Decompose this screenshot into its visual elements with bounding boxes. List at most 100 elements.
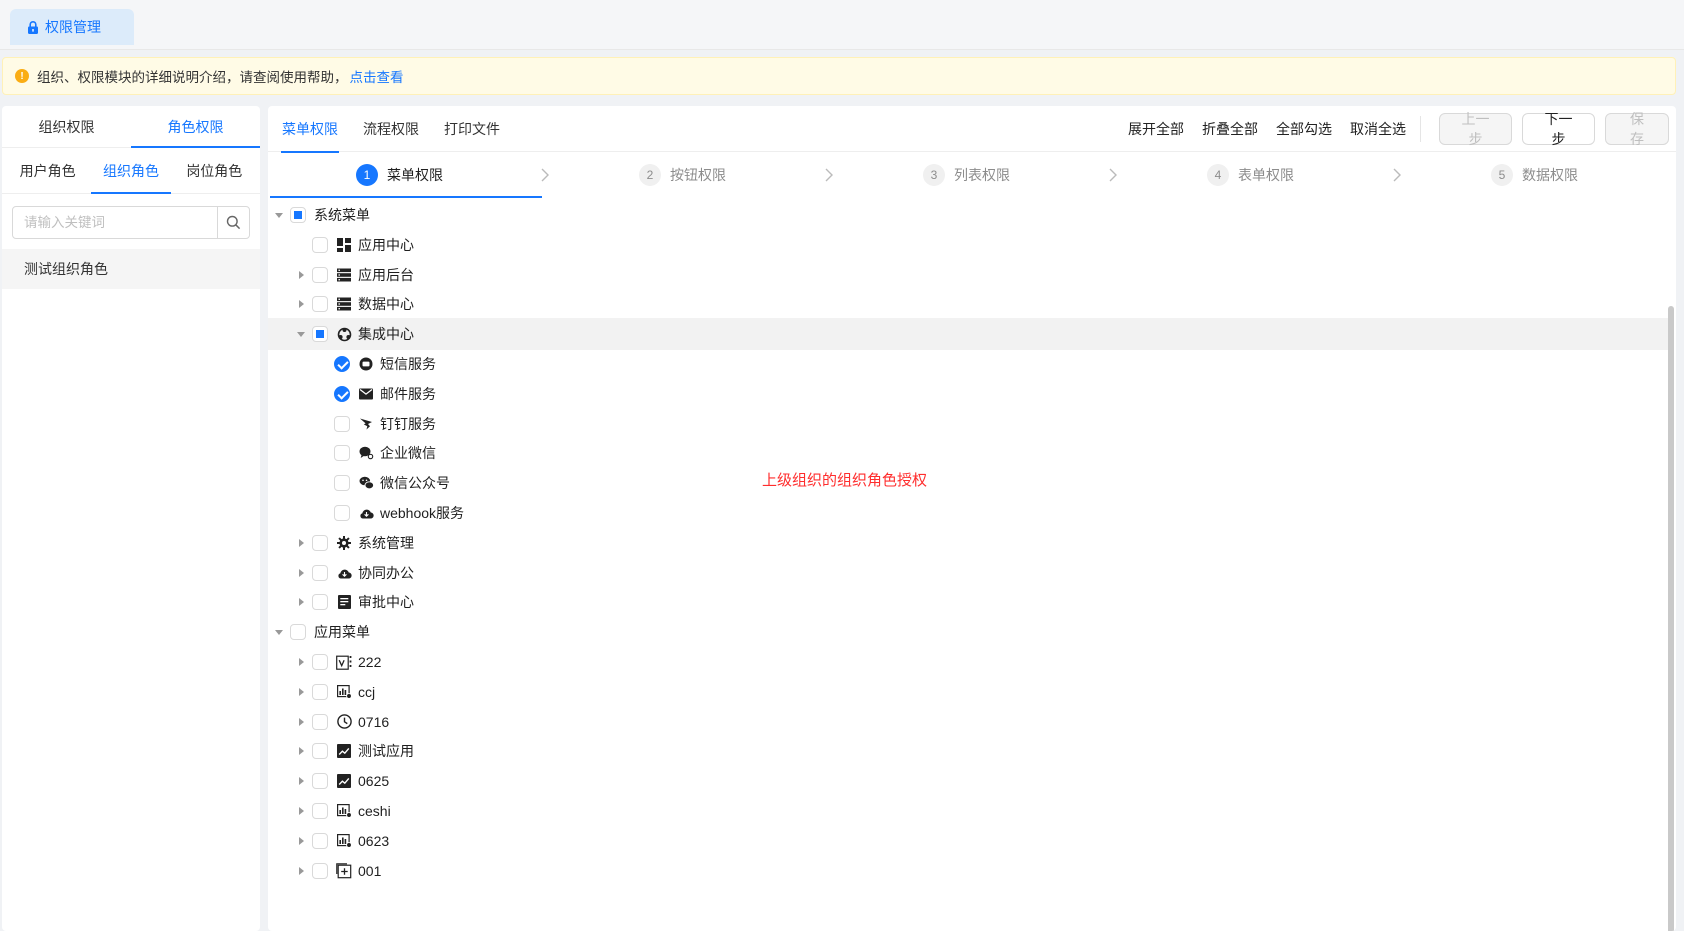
tree-node[interactable]: 钉钉服务 — [268, 408, 1668, 440]
tree-node-checkbox[interactable] — [312, 236, 328, 253]
tree-node[interactable]: 应用菜单 — [268, 616, 1668, 648]
caret-right-icon[interactable] — [294, 715, 308, 729]
tree-node-checkbox[interactable] — [334, 415, 350, 432]
tree-node[interactable]: 集成中心 — [268, 318, 1668, 351]
tree-node[interactable]: webhook服务 — [268, 497, 1668, 529]
tree-node[interactable]: ccj — [268, 676, 1668, 708]
tree-node-label: 测试应用 — [358, 743, 414, 760]
caret-down-icon[interactable] — [272, 208, 286, 222]
step-list-permission[interactable]: 3 列表权限 — [923, 153, 1010, 197]
tree-node-checkbox[interactable] — [312, 594, 328, 611]
page-tab-permissions[interactable]: 权限管理 — [10, 9, 134, 45]
dingtalk-icon — [358, 416, 374, 432]
tree-node-checkbox[interactable] — [334, 385, 350, 402]
tree-node-checkbox[interactable] — [312, 326, 328, 343]
caret-right-icon[interactable] — [294, 685, 308, 699]
tree-node[interactable]: 协同办公 — [268, 557, 1668, 589]
tab-org-role[interactable]: 组织角色 — [89, 148, 172, 194]
step-data-permission[interactable]: 5 数据权限 — [1491, 153, 1578, 197]
step-label: 按钮权限 — [670, 167, 726, 183]
tree-node[interactable]: 短信服务 — [268, 348, 1668, 380]
step-button-permission[interactable]: 2 按钮权限 — [639, 153, 726, 197]
caret-right-icon[interactable] — [294, 536, 308, 550]
tree-node[interactable]: 0623 — [268, 825, 1668, 857]
prev-step-button[interactable]: 上一步 — [1439, 111, 1512, 147]
tree-node-checkbox[interactable] — [334, 505, 350, 521]
tree-node-checkbox[interactable] — [312, 773, 328, 790]
tab-print-file[interactable]: 打印文件 — [433, 106, 511, 152]
role-search-input[interactable] — [13, 207, 217, 238]
caret-right-icon[interactable] — [294, 297, 308, 311]
tree-node-checkbox[interactable] — [312, 534, 328, 551]
check-all-button[interactable]: 全部勾选 — [1276, 119, 1332, 139]
caret-right-icon[interactable] — [294, 744, 308, 758]
clock-icon — [336, 714, 352, 730]
caret-down-icon[interactable] — [294, 327, 308, 341]
caret-right-icon[interactable] — [294, 655, 308, 669]
tab-flow-permission[interactable]: 流程权限 — [352, 106, 430, 152]
tree-node-label: 短信服务 — [380, 356, 436, 372]
caret-right-icon[interactable] — [294, 595, 308, 609]
step-label: 数据权限 — [1522, 167, 1578, 183]
caret-right-icon[interactable] — [294, 566, 308, 580]
tree-node-checkbox[interactable] — [290, 207, 306, 223]
expand-all-button[interactable]: 展开全部 — [1128, 119, 1184, 139]
tree-node-checkbox[interactable] — [312, 654, 328, 670]
tree-node[interactable]: 系统菜单 — [268, 199, 1668, 231]
tab-menu-permission[interactable]: 菜单权限 — [271, 106, 349, 153]
tree-node-checkbox[interactable] — [312, 266, 328, 283]
tree-node[interactable]: ceshi — [268, 795, 1668, 827]
caret-right-icon[interactable] — [294, 864, 308, 878]
tree-node-checkbox[interactable] — [312, 564, 328, 581]
tab-user-role[interactable]: 用户角色 — [6, 148, 89, 193]
tree-node[interactable]: 邮件服务 — [268, 378, 1668, 410]
tree-node-checkbox[interactable] — [312, 713, 328, 730]
tree-node-checkbox[interactable] — [290, 624, 306, 641]
caret-right-icon[interactable] — [294, 268, 308, 282]
uncheck-all-button[interactable]: 取消全选 — [1350, 119, 1406, 139]
tree-node[interactable]: 应用后台 — [268, 259, 1668, 291]
tab-role-permission[interactable]: 角色权限 — [131, 106, 260, 148]
search-icon — [226, 215, 241, 230]
step-menu-permission[interactable]: 1 菜单权限 — [356, 153, 443, 197]
tab-post-role[interactable]: 岗位角色 — [173, 148, 256, 193]
settings-icon — [336, 535, 352, 551]
toolbar-divider — [1420, 116, 1421, 142]
caret-right-icon[interactable] — [294, 804, 308, 818]
tree-node-checkbox[interactable] — [312, 803, 328, 819]
caret-down-icon[interactable] — [272, 625, 286, 639]
tree-node[interactable]: 测试应用 — [268, 735, 1668, 767]
tree-node-label: 邮件服务 — [380, 385, 436, 402]
tree-node[interactable]: 企业微信 — [268, 437, 1668, 469]
tree-node-checkbox[interactable] — [334, 356, 350, 372]
tree-node-checkbox[interactable] — [312, 862, 328, 879]
tree-node[interactable]: 应用中心 — [268, 229, 1668, 261]
collapse-all-button[interactable]: 折叠全部 — [1202, 119, 1258, 139]
tree-node[interactable]: 审批中心 — [268, 586, 1668, 618]
next-step-button[interactable]: 下一步 — [1522, 111, 1595, 147]
menu-permission-tree: 系统菜单 应用中心 应用后台 数据中心 集成中心短信服务邮件服务钉钉服务 企业微信 微信公众… — [268, 199, 1668, 931]
tree-node-checkbox[interactable] — [312, 683, 328, 700]
search-button[interactable] — [217, 207, 249, 238]
caret-right-icon[interactable] — [294, 834, 308, 848]
save-button[interactable]: 保 存 — [1605, 111, 1669, 147]
tree-node-label: 222 — [358, 654, 382, 670]
tree-node[interactable]: 0716 — [268, 706, 1668, 738]
tab-org-permission[interactable]: 组织权限 — [2, 106, 131, 147]
tree-node-checkbox[interactable] — [312, 296, 328, 313]
tree-node[interactable]: 微信公众号 — [268, 467, 1668, 499]
tree-node[interactable]: 001 — [268, 855, 1668, 887]
caret-right-icon[interactable] — [294, 774, 308, 788]
tree-node-checkbox[interactable] — [334, 475, 350, 492]
tree-node[interactable]: 0625 — [268, 765, 1668, 797]
tree-node-checkbox[interactable] — [312, 743, 328, 760]
notice-help-link[interactable]: 点击查看 — [350, 66, 404, 86]
tree-node-checkbox[interactable] — [334, 445, 350, 462]
tree-node-checkbox[interactable] — [312, 832, 328, 849]
role-list-item[interactable]: 测试组织角色 — [2, 249, 260, 289]
tree-scrollbar[interactable] — [1668, 306, 1674, 931]
tree-node[interactable]: 系统管理 — [268, 527, 1668, 559]
tree-node[interactable]: 222 — [268, 646, 1668, 678]
step-form-permission[interactable]: 4 表单权限 — [1207, 153, 1294, 197]
tree-node[interactable]: 数据中心 — [268, 288, 1668, 320]
